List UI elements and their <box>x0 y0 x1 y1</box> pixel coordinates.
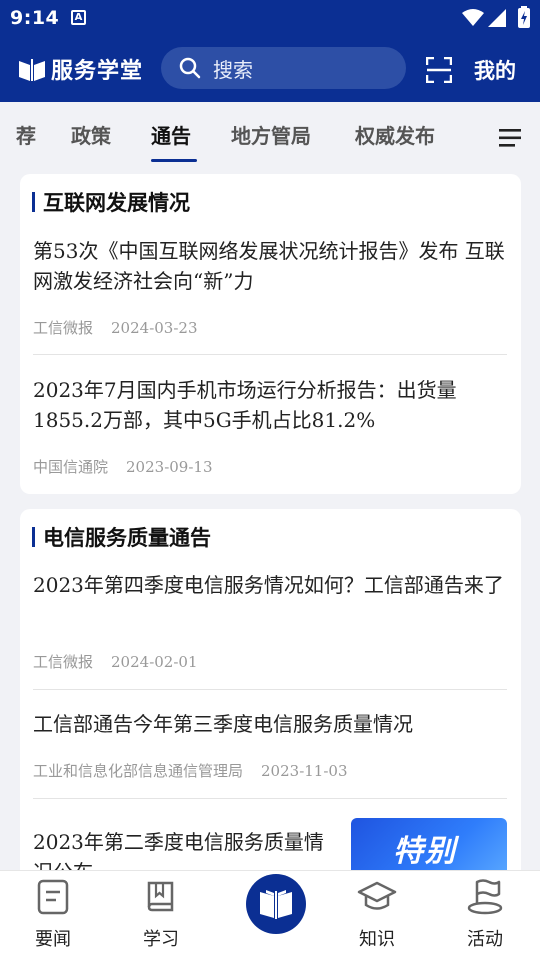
article-item[interactable]: 2023年7月国内手机市场运行分析报告：出货量1855.2万部，其中5G手机占比… <box>33 375 507 485</box>
active-tab-indicator <box>151 159 197 162</box>
book-icon <box>147 881 174 912</box>
graduation-cap-icon <box>357 881 397 910</box>
category-tabs: 荐 政策 通告 地方管局 权威发布 <box>0 102 540 162</box>
article-item[interactable]: 工信部通告今年第三季度电信服务质量情况 工业和信息化部信息通信管理局 2023-1… <box>33 709 507 789</box>
nav-news-label: 要闻 <box>35 929 71 950</box>
article-thumbnail[interactable]: 特别 <box>351 818 507 878</box>
open-book-icon <box>260 890 292 919</box>
brand-logo: 服务学堂 <box>17 54 143 84</box>
article-meta: 工信微报 2024-02-01 <box>33 651 198 672</box>
article-source: 中国信通院 <box>33 458 109 476</box>
article-date: 2023-11-03 <box>261 762 348 780</box>
brand-name: 服务学堂 <box>51 59 144 84</box>
app-header: 9:14 A 服务学堂 搜索 我的 <box>0 0 540 102</box>
logo-book-icon <box>19 59 45 81</box>
nav-study[interactable]: 学习 <box>121 879 201 951</box>
article-title: 2023年7月国内手机市场运行分析报告：出货量1855.2万部，其中5G手机占比… <box>33 378 457 432</box>
section-title: 互联网发展情况 <box>32 187 190 217</box>
tab-policy[interactable]: 政策 <box>71 120 111 149</box>
battery-icon <box>518 6 530 28</box>
nav-knowledge-label: 知识 <box>359 929 395 950</box>
nav-activity[interactable]: 活动 <box>445 879 525 951</box>
nav-news[interactable]: 要闻 <box>13 879 93 951</box>
section-card-internet: 互联网发展情况 第53次《中国互联网络发展状况统计报告》发布 互联网激发经济社会… <box>20 174 521 494</box>
search-icon <box>179 57 201 79</box>
article-meta: 工信微报 2024-03-23 <box>33 317 198 338</box>
notification-icon: A <box>71 10 86 25</box>
article-source: 工业和信息化部信息通信管理局 <box>33 762 244 780</box>
section-title: 电信服务质量通告 <box>32 522 211 552</box>
signal-icon <box>488 9 506 27</box>
scan-icon[interactable] <box>426 57 452 83</box>
divider <box>33 689 507 690</box>
article-item[interactable]: 2023年第四季度电信服务情况如何？工信部通告来了 工信微报 2024-02-01 <box>33 570 507 680</box>
nav-study-label: 学习 <box>143 929 179 950</box>
divider <box>33 354 507 355</box>
thumbnail-text: 特别 <box>393 834 457 869</box>
news-icon <box>37 879 69 915</box>
article-date: 2024-02-01 <box>111 653 198 671</box>
tab-local-bureau[interactable]: 地方管局 <box>231 120 311 149</box>
my-profile-link[interactable]: 我的 <box>474 55 516 85</box>
article-date: 2023-09-13 <box>126 458 213 476</box>
flag-icon <box>467 879 503 915</box>
tab-authoritative-release[interactable]: 权威发布 <box>355 120 435 149</box>
search-placeholder: 搜索 <box>213 57 253 82</box>
title-accent-bar <box>32 192 35 212</box>
title-accent-bar <box>32 527 35 547</box>
article-title: 2023年第四季度电信服务情况如何？工信部通告来了 <box>33 573 504 597</box>
article-meta: 中国信通院 2023-09-13 <box>33 456 213 477</box>
article-date: 2024-03-23 <box>111 319 198 337</box>
nav-center-home[interactable] <box>246 874 306 934</box>
nav-knowledge[interactable]: 知识 <box>337 879 417 951</box>
article-source: 工信微报 <box>33 319 94 337</box>
menu-icon[interactable] <box>499 129 521 147</box>
search-bar[interactable]: 搜索 <box>161 47 406 89</box>
tab-notice[interactable]: 通告 <box>151 120 191 149</box>
article-title: 工信部通告今年第三季度电信服务质量情况 <box>33 712 413 736</box>
article-item[interactable]: 第53次《中国互联网络发展状况统计报告》发布 互联网激发经济社会向“新”力 工信… <box>33 236 507 346</box>
tab-recommend[interactable]: 荐 <box>16 120 36 149</box>
divider <box>33 798 507 799</box>
nav-activity-label: 活动 <box>467 929 503 950</box>
article-source: 工信微报 <box>33 653 94 671</box>
article-meta: 工业和信息化部信息通信管理局 2023-11-03 <box>33 760 348 781</box>
section-card-telecom-quality: 电信服务质量通告 2023年第四季度电信服务情况如何？工信部通告来了 工信微报 2… <box>20 509 521 889</box>
status-time: 9:14 <box>10 7 60 29</box>
bottom-navigation: 要闻 学习 知识 活动 <box>0 870 540 960</box>
wifi-icon <box>462 9 484 26</box>
status-bar: 9:14 A <box>0 0 540 36</box>
article-title: 第53次《中国互联网络发展状况统计报告》发布 互联网激发经济社会向“新”力 <box>33 239 505 293</box>
